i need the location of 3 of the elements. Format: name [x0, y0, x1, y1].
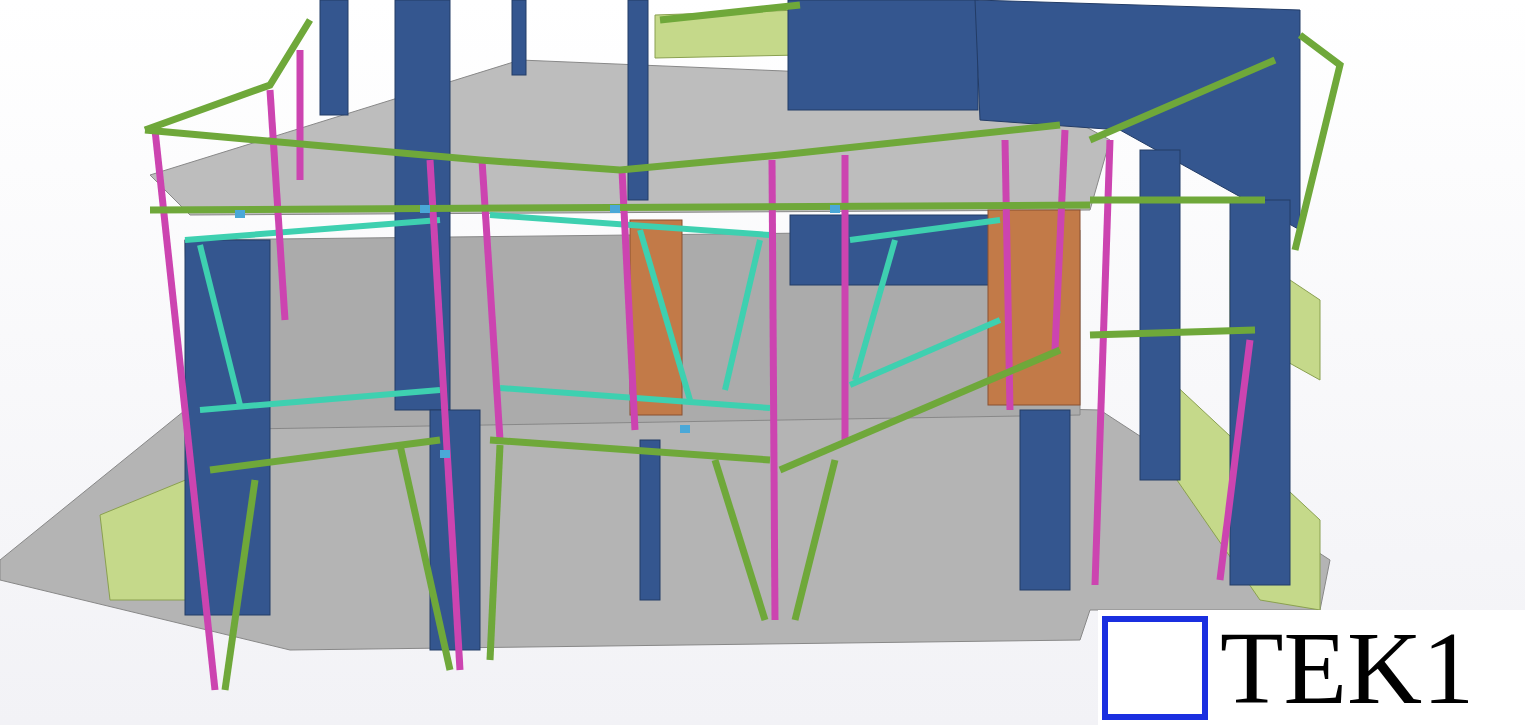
model-viewport[interactable]: TEK1	[0, 0, 1525, 725]
square-logo-icon	[1102, 615, 1208, 720]
logo-text: TEK1	[1220, 615, 1475, 720]
